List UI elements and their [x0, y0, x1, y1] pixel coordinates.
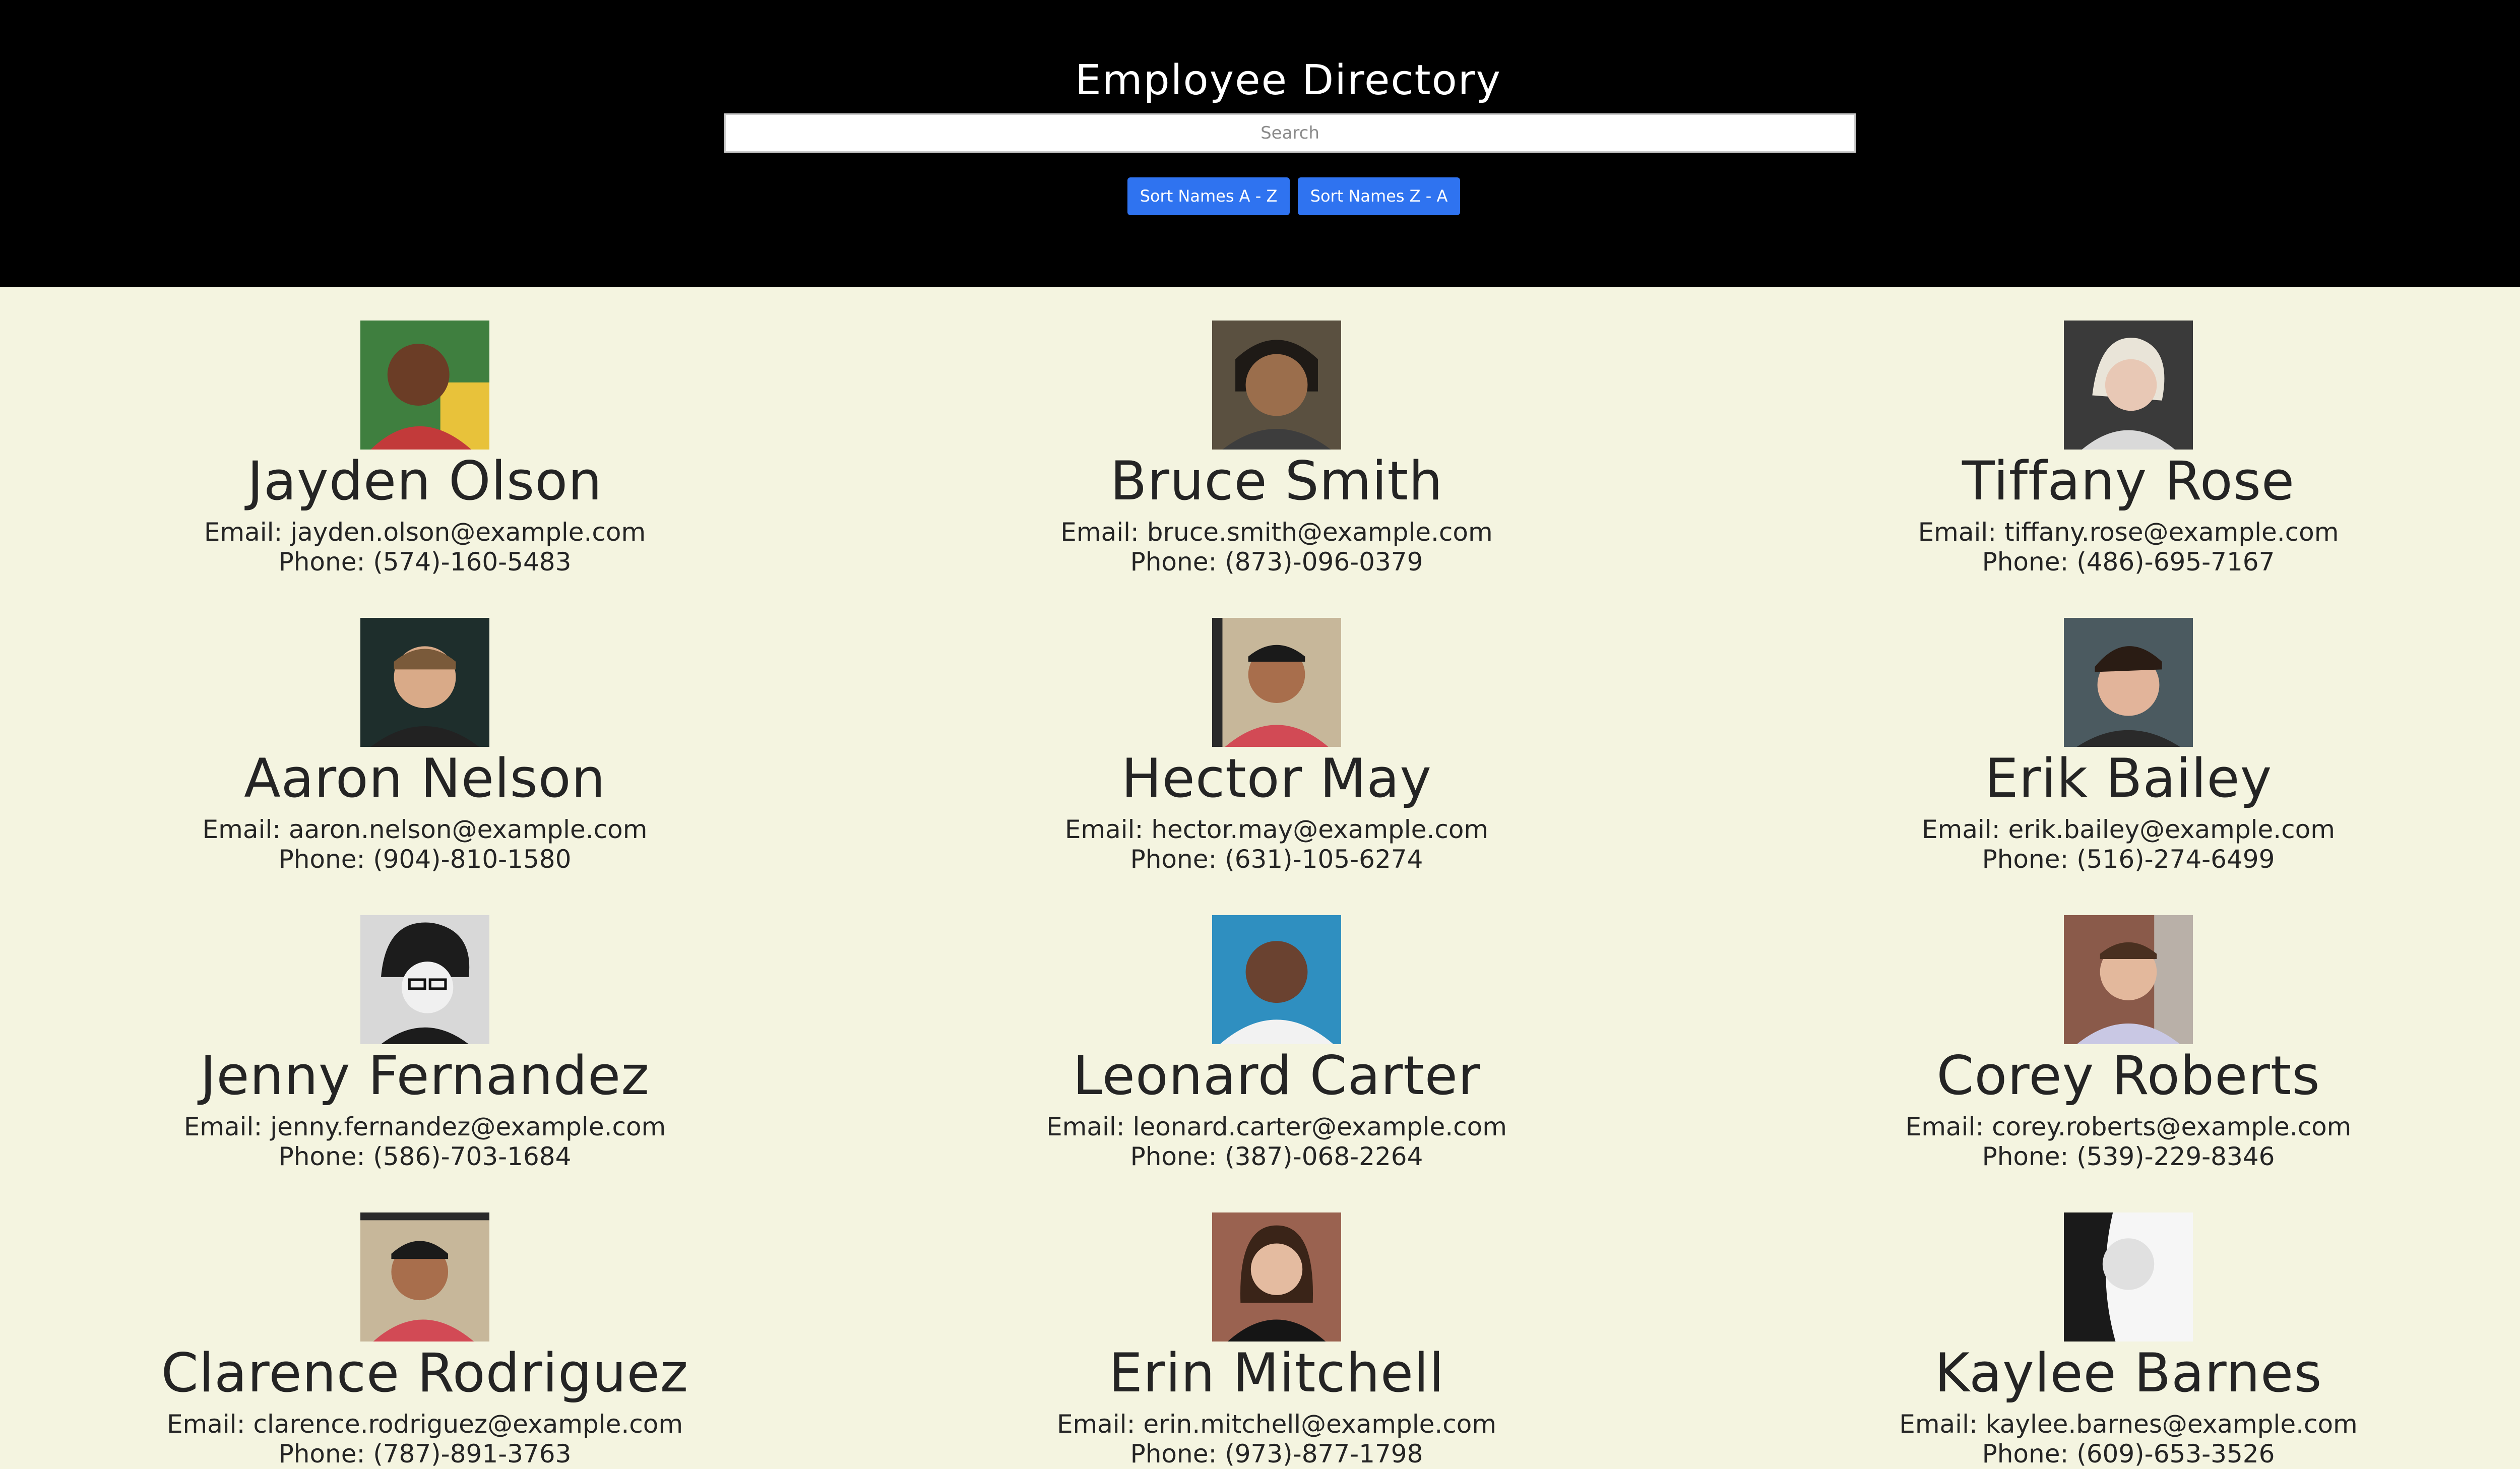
page-title: Employee Directory: [1075, 56, 1502, 104]
employee-card: Clarence Rodriguez Email: clarence.rodri…: [122, 1212, 727, 1469]
employee-phone: Phone: (539)-229-8346: [1982, 1142, 2275, 1171]
employee-name: Erin Mitchell: [1109, 1342, 1444, 1404]
employee-phone: Phone: (609)-653-3526: [1982, 1439, 2275, 1468]
employee-name: Kaylee Barnes: [1934, 1342, 2322, 1404]
employee-card: Erin Mitchell Email: erin.mitchell@examp…: [974, 1212, 1579, 1469]
employee-email: Email: jenny.fernandez@example.com: [183, 1112, 666, 1141]
avatar: [1212, 915, 1341, 1044]
employee-phone: Phone: (904)-810-1580: [278, 845, 572, 874]
avatar: [360, 321, 489, 450]
employee-phone: Phone: (787)-891-3763: [278, 1439, 572, 1468]
employee-card: Aaron Nelson Email: aaron.nelson@example…: [122, 618, 727, 874]
avatar: [2064, 1212, 2193, 1342]
employee-name: Bruce Smith: [1110, 450, 1443, 512]
sort-z-a-button[interactable]: Sort Names Z - A: [1298, 177, 1460, 215]
employee-name: Erik Bailey: [1984, 747, 2273, 809]
avatar: [2064, 915, 2193, 1044]
sort-a-z-button[interactable]: Sort Names A - Z: [1127, 177, 1290, 215]
employee-card: Tiffany Rose Email: tiffany.rose@example…: [1826, 321, 2431, 577]
employee-card: Kaylee Barnes Email: kaylee.barnes@examp…: [1826, 1212, 2431, 1469]
employee-card: Hector May Email: hector.may@example.com…: [974, 618, 1579, 874]
avatar: [2064, 321, 2193, 450]
employee-email: Email: tiffany.rose@example.com: [1918, 518, 2339, 547]
employee-email: Email: clarence.rodriguez@example.com: [166, 1410, 683, 1439]
employee-name: Clarence Rodriguez: [161, 1342, 689, 1404]
employee-card: Jayden Olson Email: jayden.olson@example…: [122, 321, 727, 577]
avatar: [1212, 618, 1341, 747]
employee-card: Erik Bailey Email: erik.bailey@example.c…: [1826, 618, 2431, 874]
employee-card: Corey Roberts Email: corey.roberts@examp…: [1826, 915, 2431, 1172]
employee-email: Email: erin.mitchell@example.com: [1056, 1410, 1497, 1439]
avatar: [1212, 1212, 1341, 1342]
employee-phone: Phone: (387)-068-2264: [1130, 1142, 1423, 1171]
employee-name: Aaron Nelson: [244, 747, 606, 809]
employee-phone: Phone: (973)-877-1798: [1130, 1439, 1423, 1468]
employee-phone: Phone: (516)-274-6499: [1982, 845, 2275, 874]
employee-email: Email: leonard.carter@example.com: [1046, 1112, 1507, 1141]
employee-email: Email: aaron.nelson@example.com: [202, 815, 648, 844]
employee-phone: Phone: (574)-160-5483: [278, 547, 572, 577]
employee-email: Email: corey.roberts@example.com: [1905, 1112, 2352, 1141]
header: Employee Directory Sort Names A - Z Sort…: [0, 0, 2520, 287]
employee-card: Jenny Fernandez Email: jenny.fernandez@e…: [122, 915, 727, 1172]
employee-email: Email: kaylee.barnes@example.com: [1899, 1410, 2358, 1439]
employee-name: Tiffany Rose: [1962, 450, 2295, 512]
employee-name: Corey Roberts: [1936, 1045, 2320, 1107]
employee-phone: Phone: (631)-105-6274: [1130, 845, 1423, 874]
employee-name: Hector May: [1121, 747, 1432, 809]
employee-email: Email: erik.bailey@example.com: [1922, 815, 2335, 844]
employee-phone: Phone: (586)-703-1684: [278, 1142, 572, 1171]
employee-card: Bruce Smith Email: bruce.smith@example.c…: [974, 321, 1579, 577]
avatar: [1212, 321, 1341, 450]
employee-phone: Phone: (873)-096-0379: [1130, 547, 1423, 577]
employee-email: Email: jayden.olson@example.com: [204, 518, 646, 547]
employee-name: Jenny Fernandez: [200, 1045, 650, 1107]
avatar: [2064, 618, 2193, 747]
employee-card: Leonard Carter Email: leonard.carter@exa…: [974, 915, 1579, 1172]
employee-name: Jayden Olson: [247, 450, 603, 512]
employee-name: Leonard Carter: [1073, 1045, 1481, 1107]
search-input[interactable]: [724, 113, 1856, 153]
employee-phone: Phone: (486)-695-7167: [1982, 547, 2275, 577]
avatar: [360, 915, 489, 1044]
employee-email: Email: bruce.smith@example.com: [1060, 518, 1493, 547]
employee-email: Email: hector.may@example.com: [1064, 815, 1489, 844]
avatar: [360, 618, 489, 747]
avatar: [360, 1212, 489, 1342]
